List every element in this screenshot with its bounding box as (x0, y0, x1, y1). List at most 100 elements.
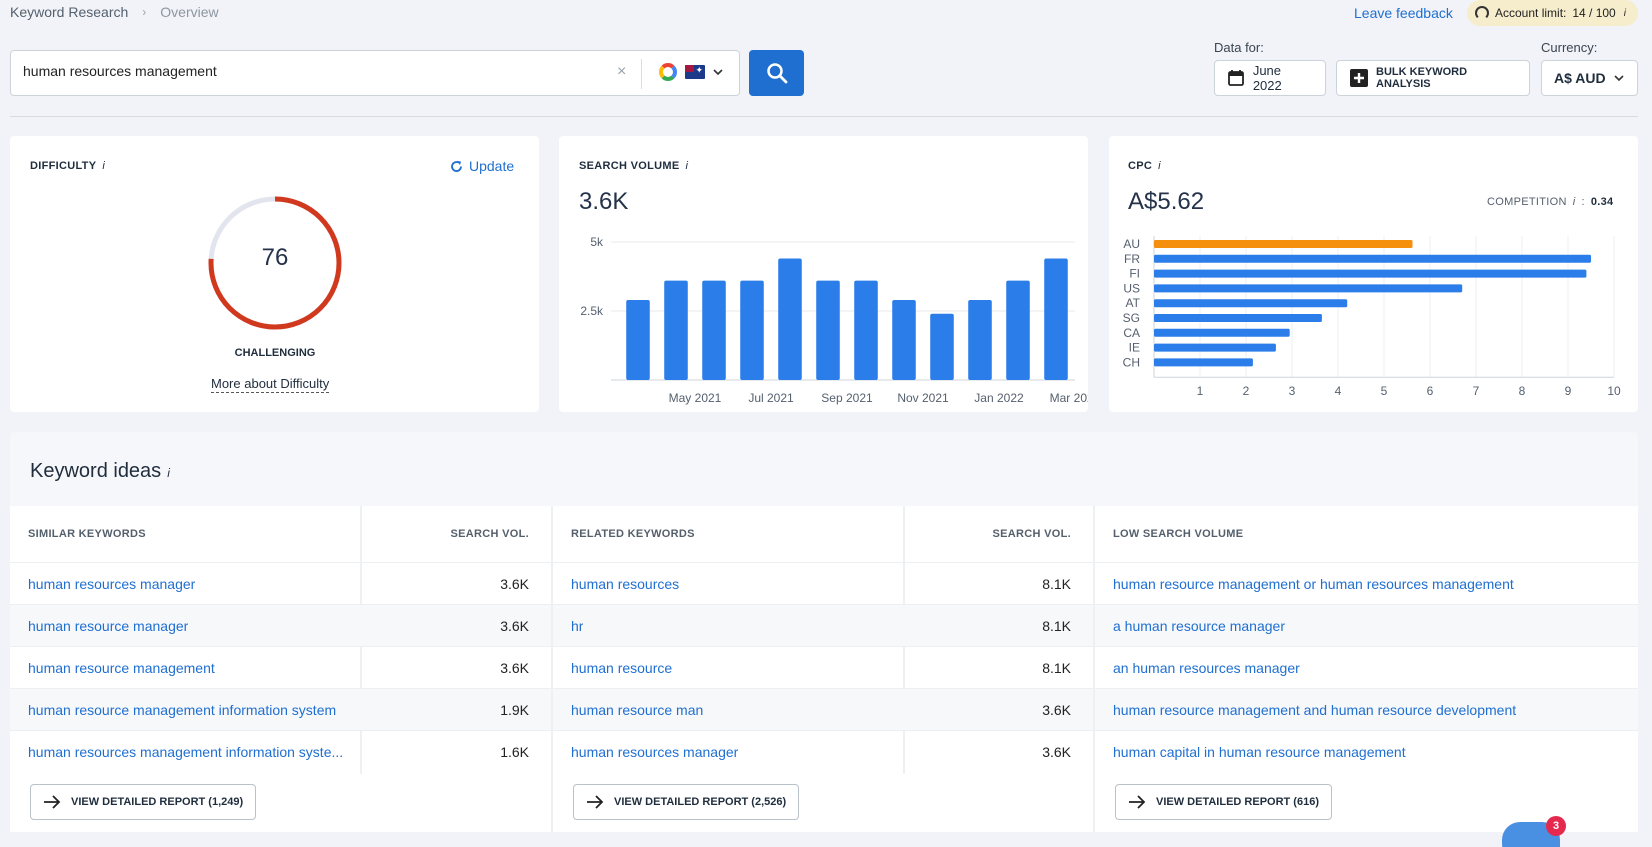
update-button[interactable]: Update (450, 158, 514, 174)
keyword-link[interactable]: human resource (571, 660, 672, 676)
chevron-down-icon (713, 68, 723, 75)
info-icon[interactable]: i (1624, 8, 1626, 19)
google-icon (659, 63, 677, 81)
date-picker-button[interactable]: June 2022 (1214, 60, 1326, 96)
header-divider (10, 116, 1638, 117)
table-row: human resource management 3.6K (10, 646, 551, 688)
table-row: hr 8.1K (553, 604, 1093, 646)
table-row: human resource management and human reso… (1095, 688, 1638, 730)
search-volume: 3.6K (500, 576, 529, 592)
data-for-label: Data for: (1214, 40, 1264, 55)
bar-ie (1154, 343, 1276, 352)
x-tick-label: 10 (1607, 384, 1621, 398)
keyword-link[interactable]: hr (571, 618, 583, 634)
x-tick-label: Nov 2021 (897, 391, 949, 405)
keyword-link[interactable]: human resource man (571, 702, 703, 718)
divider (641, 59, 642, 89)
difficulty-score: 76 (261, 244, 289, 271)
keyword-link[interactable]: human resource manager (28, 618, 188, 634)
info-icon[interactable]: i (102, 160, 105, 172)
bar-fi (1154, 269, 1587, 278)
country-label: SG (1123, 311, 1140, 325)
search-volume: 8.1K (1042, 576, 1071, 592)
bar-apr-2021 (626, 299, 650, 380)
keyword-search-input[interactable] (23, 63, 603, 79)
x-tick-label: Jul 2021 (748, 391, 794, 405)
report-label: VIEW DETAILED REPORT (616) (1156, 796, 1319, 808)
cpc-card: CPC i A$5.62 COMPETITION i: 0.34 1 2 3 4 5 6 7 8… (1109, 136, 1638, 412)
keyword-link[interactable]: human resources (571, 576, 679, 592)
currency-select[interactable]: A$ AUD (1541, 60, 1638, 96)
search-button[interactable] (749, 50, 804, 96)
country-label: AU (1123, 237, 1140, 251)
currency-label: Currency: (1541, 40, 1598, 55)
bar-feb-2022 (1006, 280, 1030, 380)
search-vol-header: SEARCH VOL. (450, 528, 529, 540)
search-volume-title: SEARCH VOLUME i (579, 160, 689, 172)
breadcrumb-current: Overview (160, 4, 219, 20)
keyword-link[interactable]: human resource management or human resou… (1113, 576, 1514, 592)
view-detailed-report-button[interactable]: VIEW DETAILED REPORT (616) (1115, 784, 1332, 820)
search-volume-chart: 2.5k 5k May 2021 Jul 2021 Sep 2021 Nov 2021 Ja… (580, 235, 1088, 405)
x-tick-label: 9 (1565, 384, 1572, 398)
competition-label: COMPETITION (1487, 196, 1567, 208)
table-row: human resource 8.1K (553, 646, 1093, 688)
info-icon[interactable]: i (167, 466, 170, 480)
calendar-icon (1228, 70, 1244, 86)
search-volume-card: SEARCH VOLUME i 3.6K 2.5k 5k May 2021 Jul 20… (559, 136, 1088, 412)
search-volume: 3.6K (1042, 744, 1071, 760)
keyword-link[interactable]: human resources manager (28, 576, 195, 592)
difficulty-title: DIFFICULTY i (30, 160, 106, 172)
search-volume: 3.6K (500, 660, 529, 676)
keyword-search-box: × (10, 50, 740, 96)
x-tick-label: 8 (1519, 384, 1526, 398)
leave-feedback-link[interactable]: Leave feedback (1354, 5, 1453, 21)
table-row: human resource management or human resou… (1095, 562, 1638, 604)
bar-may-2021 (664, 280, 688, 380)
country-label: IE (1129, 341, 1140, 355)
bulk-keyword-analysis-button[interactable]: BULK KEYWORD ANALYSIS (1336, 60, 1530, 96)
search-volume: 1.6K (500, 744, 529, 760)
keyword-link[interactable]: human resource management (28, 660, 215, 676)
y-tick-label: 5k (590, 235, 604, 249)
keyword-link[interactable]: human resources manager (571, 744, 738, 760)
info-icon[interactable]: i (685, 160, 688, 172)
report-label: VIEW DETAILED REPORT (1,249) (71, 796, 244, 808)
info-icon[interactable]: i (1158, 160, 1161, 172)
bar-aug-2021 (778, 258, 802, 380)
currency-value: A$ AUD (1554, 70, 1606, 86)
keyword-link[interactable]: human resource management information sy… (28, 702, 336, 718)
x-tick-label: 2 (1243, 384, 1250, 398)
keyword-link[interactable]: human capital in human resource manageme… (1113, 744, 1406, 760)
x-tick-label: 1 (1197, 384, 1204, 398)
keyword-link[interactable]: a human resource manager (1113, 618, 1285, 634)
search-engine-select[interactable] (659, 63, 723, 81)
search-volume: 3.6K (1042, 702, 1071, 718)
table-row: human resource man 3.6K (553, 688, 1093, 730)
bar-ch (1154, 358, 1253, 367)
table-row: human resources manager 3.6K (553, 730, 1093, 772)
keyword-link[interactable]: an human resources manager (1113, 660, 1300, 676)
country-label: AT (1126, 296, 1141, 310)
cpc-by-country-chart: 1 2 3 4 5 6 7 8 9 10 AUFRFIUSATSGCAIECH (1123, 236, 1621, 398)
low-search-volume-column: LOW SEARCH VOLUME human resource managem… (1093, 506, 1638, 832)
keyword-link[interactable]: human resource management and human reso… (1113, 702, 1516, 718)
view-detailed-report-button[interactable]: VIEW DETAILED REPORT (2,526) (573, 784, 800, 820)
x-tick-label: 7 (1473, 384, 1480, 398)
table-row: human resources management information s… (10, 730, 551, 772)
related-keywords-header: RELATED KEYWORDS (571, 528, 695, 540)
x-tick-label: Sep 2021 (821, 391, 873, 405)
view-detailed-report-button[interactable]: VIEW DETAILED REPORT (1,249) (30, 784, 257, 820)
country-label: CH (1123, 355, 1140, 369)
competition: COMPETITION i: 0.34 (1487, 196, 1614, 208)
competition-value: 0.34 (1590, 196, 1614, 208)
breadcrumb-keyword-research[interactable]: Keyword Research (10, 4, 128, 20)
table-row: an human resources manager (1095, 646, 1638, 688)
info-icon[interactable]: i (1573, 196, 1576, 208)
more-about-difficulty-link[interactable]: More about Difficulty (211, 376, 330, 393)
clear-icon[interactable]: × (617, 63, 626, 81)
bar-jul-2021 (740, 280, 764, 380)
keyword-link[interactable]: human resources management information s… (28, 744, 343, 760)
search-volume-value: 3.6K (579, 188, 629, 215)
bar-sep-2021 (816, 280, 840, 380)
